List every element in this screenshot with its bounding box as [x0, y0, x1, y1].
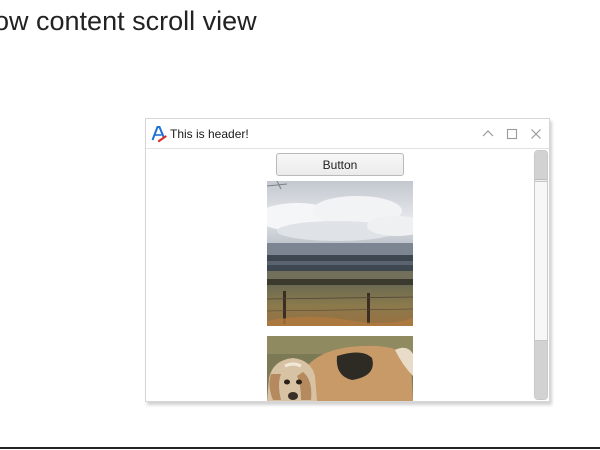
dialog-window: This is header! Button: [145, 118, 550, 402]
main-button[interactable]: Button: [276, 153, 404, 176]
page-title: low content scroll view: [0, 6, 257, 36]
chevron-up-icon: [482, 130, 494, 137]
page: low content scroll view This is header!: [0, 0, 600, 450]
close-icon: [531, 129, 541, 139]
maximize-icon: [506, 128, 518, 140]
bottom-divider: [0, 447, 600, 449]
scroll-down-button[interactable]: [535, 341, 547, 399]
minimize-button[interactable]: [480, 126, 496, 142]
scroll-thumb[interactable]: [535, 181, 547, 341]
app-logo-icon: [151, 125, 167, 143]
scroll-up-button[interactable]: [535, 151, 547, 180]
vertical-scrollbar[interactable]: [534, 150, 548, 400]
window-titlebar[interactable]: This is header!: [146, 119, 549, 149]
close-button[interactable]: [528, 126, 544, 142]
landscape-photo: [267, 181, 413, 326]
dog-photo: [267, 336, 413, 401]
maximize-button[interactable]: [504, 126, 520, 142]
window-title: This is header!: [170, 127, 249, 141]
scroll-content[interactable]: Button: [146, 149, 534, 401]
